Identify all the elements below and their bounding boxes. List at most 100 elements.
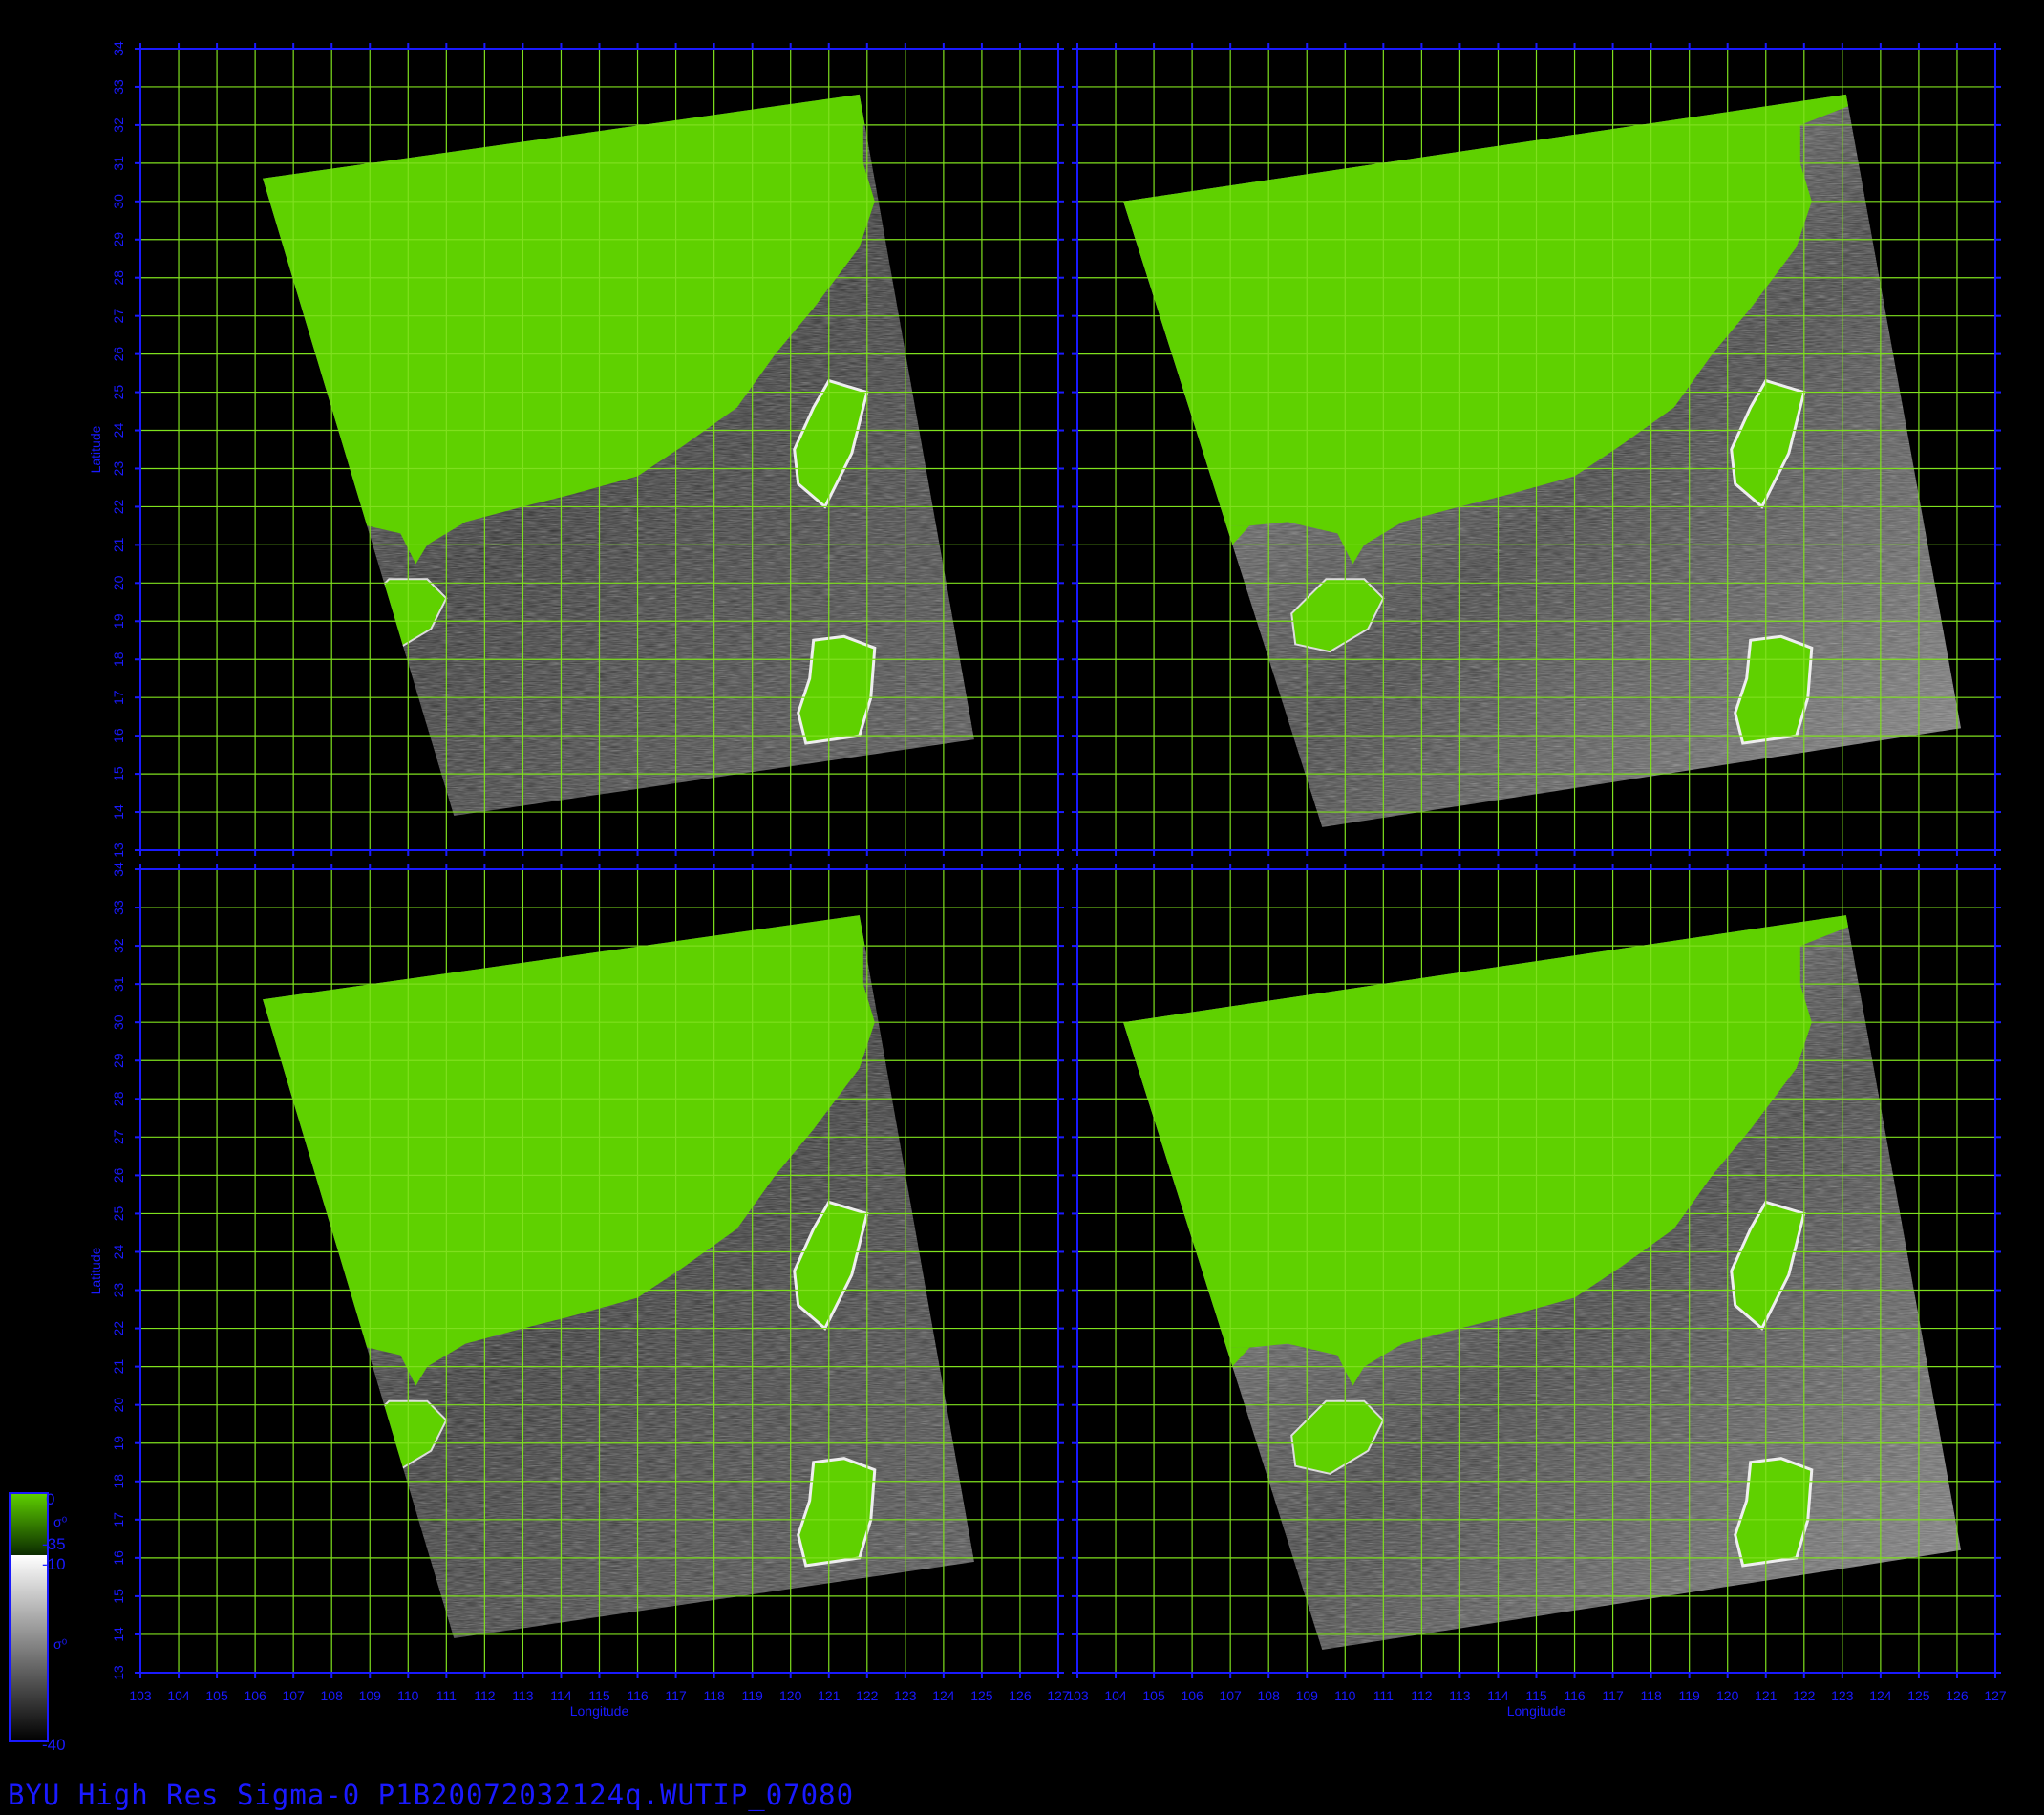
map-panel-upper-left: 13 14 15 16 17 18 19 20 21 22 23 24 25 26 27 28 29 30 31 32… bbox=[88, 41, 1064, 858]
y-tick-label: 23 bbox=[111, 460, 126, 476]
x-tick-label: 109 bbox=[1296, 1688, 1319, 1703]
y-tick-label: 30 bbox=[111, 194, 126, 209]
x-tick-label: 117 bbox=[1602, 1688, 1624, 1703]
x-tick-label: 124 bbox=[1869, 1688, 1892, 1703]
y-tick-label: 20 bbox=[111, 575, 126, 590]
x-tick-label: 122 bbox=[856, 1688, 879, 1703]
y-tick-label: 25 bbox=[111, 1206, 126, 1221]
x-tick-label: 104 bbox=[1104, 1688, 1127, 1703]
x-tick-label: 113 bbox=[1449, 1688, 1471, 1703]
colorbar-gray-bottom-label: -40 bbox=[42, 1736, 66, 1754]
x-tick-label: 123 bbox=[894, 1688, 917, 1703]
x-tick-label: 103 bbox=[1066, 1688, 1089, 1703]
y-tick-label: 28 bbox=[111, 270, 126, 286]
y-tick-label: 19 bbox=[111, 1436, 126, 1451]
x-tick-label: 117 bbox=[665, 1688, 687, 1703]
x-tick-label: 112 bbox=[1411, 1688, 1433, 1703]
y-tick-label: 21 bbox=[111, 537, 126, 552]
y-tick-label: 30 bbox=[111, 1014, 126, 1030]
y-tick-label: 18 bbox=[111, 651, 126, 667]
x-tick-label: 114 bbox=[550, 1688, 572, 1703]
x-tick-label: 127 bbox=[1984, 1688, 2007, 1703]
y-tick-label: 16 bbox=[111, 728, 126, 743]
y-tick-label: 27 bbox=[111, 1129, 126, 1144]
vietnam-land-mask bbox=[263, 525, 313, 660]
y-tick-label: 33 bbox=[111, 79, 126, 95]
y-tick-label: 31 bbox=[111, 156, 126, 171]
x-tick-label: 119 bbox=[742, 1688, 764, 1703]
map-panels: 13 14 15 16 17 18 19 20 21 22 23 24 25 26 27 28 29 30 31 32… bbox=[88, 41, 2007, 1719]
x-tick-label: 115 bbox=[588, 1688, 610, 1703]
x-tick-label: 110 bbox=[397, 1688, 419, 1703]
colorbar-gray-scale bbox=[10, 1555, 48, 1741]
y-tick-label: 33 bbox=[111, 900, 126, 915]
y-tick-label: 28 bbox=[111, 1091, 126, 1106]
x-tick-label: 107 bbox=[1219, 1688, 1242, 1703]
vietnam-land-mask bbox=[1123, 1347, 1250, 1482]
x-tick-label: 107 bbox=[282, 1688, 305, 1703]
x-tick-label: 118 bbox=[1640, 1688, 1662, 1703]
y-tick-label: 32 bbox=[111, 938, 126, 953]
x-tick-label: 126 bbox=[1009, 1688, 1032, 1703]
x-tick-label: 120 bbox=[779, 1688, 802, 1703]
map-panel-upper-right bbox=[1072, 43, 2001, 856]
x-tick-label: 105 bbox=[1142, 1688, 1165, 1703]
y-tick-label: 34 bbox=[111, 41, 126, 56]
y-tick-label: 25 bbox=[111, 385, 126, 400]
y-tick-label: 16 bbox=[111, 1550, 126, 1566]
y-tick-label: 34 bbox=[111, 862, 126, 877]
x-tick-label: 105 bbox=[205, 1688, 228, 1703]
y-tick-label: 26 bbox=[111, 1167, 126, 1183]
y-tick-label: 27 bbox=[111, 309, 126, 324]
y-tick-label: 29 bbox=[111, 232, 126, 247]
x-tick-label: 115 bbox=[1525, 1688, 1547, 1703]
colorbar-green-symbol: σ⁰ bbox=[53, 1514, 68, 1529]
x-tick-label: 126 bbox=[1946, 1688, 1969, 1703]
x-tick-label: 120 bbox=[1716, 1688, 1739, 1703]
colorbar-green-bottom-label: -35 bbox=[42, 1535, 66, 1553]
y-tick-label: 23 bbox=[111, 1283, 126, 1298]
x-tick-label: 110 bbox=[1334, 1688, 1356, 1703]
x-tick-label: 119 bbox=[1679, 1688, 1701, 1703]
x-tick-label: 125 bbox=[970, 1688, 993, 1703]
x-tick-label: 118 bbox=[703, 1688, 725, 1703]
colorbar-gray-top-label: -10 bbox=[42, 1555, 66, 1573]
x-tick-label: 103 bbox=[129, 1688, 152, 1703]
x-tick-label: 108 bbox=[1258, 1688, 1281, 1703]
x-tick-label: 111 bbox=[436, 1688, 457, 1703]
figure-title: BYU High Res Sigma-0 P1B20072032124q.WUT… bbox=[8, 1779, 855, 1811]
y-tick-label: 29 bbox=[111, 1053, 126, 1068]
y-tick-label: 13 bbox=[111, 1665, 126, 1680]
x-tick-label: 106 bbox=[1181, 1688, 1203, 1703]
y-tick-label: 18 bbox=[111, 1474, 126, 1489]
y-axis-label: Latitude bbox=[88, 425, 103, 473]
map-panel-lower-left: 103 104 105 106 107 108 109 110 111 112 113 114 115 1… bbox=[88, 862, 1070, 1719]
x-tick-label: 109 bbox=[359, 1688, 382, 1703]
y-tick-label: 26 bbox=[111, 347, 126, 362]
x-axis-label: Longitude bbox=[1507, 1703, 1566, 1719]
y-tick-label: 24 bbox=[111, 423, 126, 438]
y-tick-label: 13 bbox=[111, 843, 126, 858]
y-axis-label: Latitude bbox=[88, 1247, 103, 1294]
vietnam-land-mask bbox=[1123, 525, 1250, 660]
x-tick-label: 121 bbox=[1755, 1688, 1778, 1703]
y-tick-label: 20 bbox=[111, 1398, 126, 1413]
y-tick-label: 24 bbox=[111, 1244, 126, 1259]
colorbar-green-top-label: 0 bbox=[46, 1490, 54, 1508]
x-tick-label: 113 bbox=[512, 1688, 534, 1703]
x-tick-label: 116 bbox=[1564, 1688, 1586, 1703]
y-tick-label: 32 bbox=[111, 117, 126, 133]
x-tick-label: 108 bbox=[321, 1688, 344, 1703]
x-tick-label: 121 bbox=[818, 1688, 841, 1703]
x-tick-label: 106 bbox=[244, 1688, 266, 1703]
y-tick-label: 21 bbox=[111, 1359, 126, 1375]
x-tick-label: 123 bbox=[1831, 1688, 1854, 1703]
y-tick-label: 15 bbox=[111, 1589, 126, 1604]
y-tick-label: 31 bbox=[111, 976, 126, 992]
y-tick-label: 14 bbox=[111, 1627, 126, 1642]
x-axis-label: Longitude bbox=[570, 1703, 629, 1719]
x-tick-label: 114 bbox=[1487, 1688, 1509, 1703]
y-tick-label: 17 bbox=[111, 1512, 126, 1527]
y-tick-label: 14 bbox=[111, 804, 126, 820]
x-tick-label: 125 bbox=[1907, 1688, 1930, 1703]
